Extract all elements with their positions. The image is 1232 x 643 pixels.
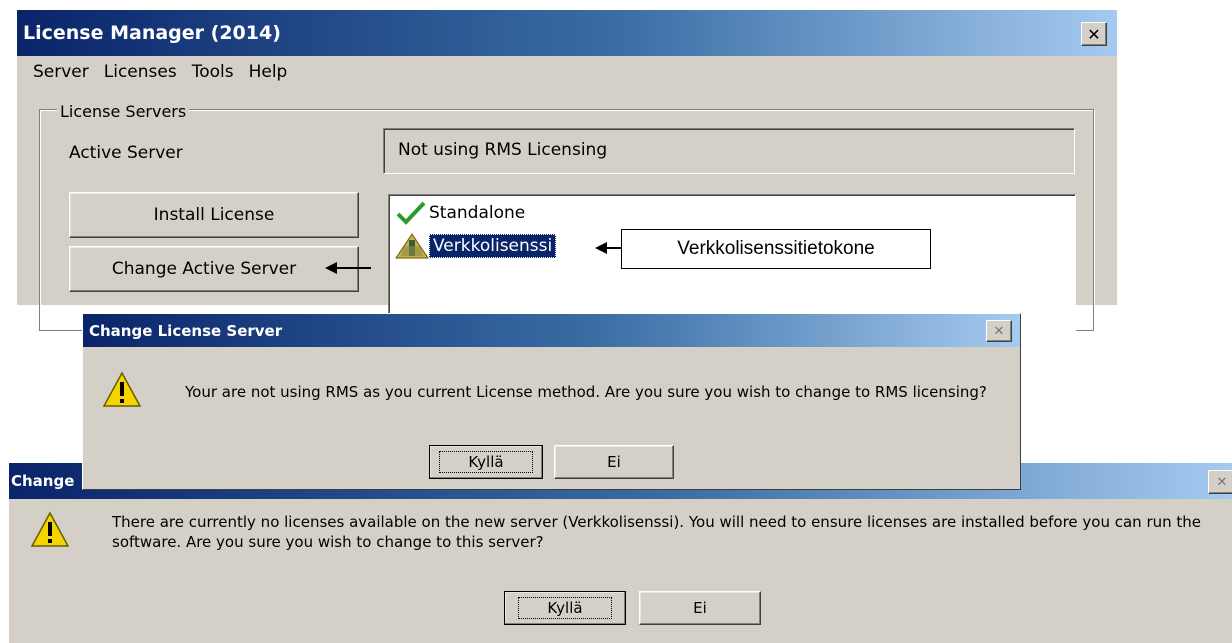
list-item-standalone[interactable]: Standalone (395, 201, 525, 225)
check-icon (395, 201, 427, 225)
active-server-value: Not using RMS Licensing (398, 140, 608, 160)
list-item-label: Verkkolisenssi (429, 234, 557, 258)
no-button[interactable]: Ei (639, 591, 761, 625)
close-button[interactable]: ✕ (1081, 22, 1107, 46)
yes-button-label: Kyllä (547, 599, 583, 617)
menu-licenses[interactable]: Licenses (104, 62, 177, 82)
message-line-2: software. Are you sure you wish to chang… (112, 533, 544, 551)
window-title: License Manager (2014) (23, 22, 281, 44)
close-button[interactable]: ✕ (986, 320, 1012, 342)
no-button-label: Ei (693, 599, 707, 617)
install-license-label: Install License (153, 205, 275, 225)
dialog-title: Change (11, 472, 75, 490)
menu-server[interactable]: Server (33, 62, 89, 82)
dialog-message: Your are not using RMS as you current Li… (185, 383, 987, 401)
change-license-server-dialog-2: Change ✕ There are currently no licenses… (9, 463, 1232, 643)
change-active-server-button[interactable]: Change Active Server (69, 246, 359, 292)
dialog-title: Change License Server (89, 321, 283, 340)
change-license-server-dialog-1: Change License Server ✕ Your are not usi… (82, 313, 1021, 490)
menu-tools[interactable]: Tools (192, 62, 234, 82)
active-server-label: Active Server (69, 143, 183, 163)
title-bar: Change License Server (83, 314, 1020, 347)
menu-bar: Server Licenses Tools Help (33, 62, 287, 82)
no-button-label: Ei (607, 453, 621, 471)
list-item-verkkolisenssi[interactable]: Verkkolisenssi (395, 231, 557, 261)
change-active-server-label: Change Active Server (111, 259, 297, 279)
menu-help[interactable]: Help (249, 62, 288, 82)
active-server-field: Not using RMS Licensing (383, 128, 1075, 174)
yes-button[interactable]: Kyllä (429, 445, 543, 479)
title-bar: License Manager (2014) (17, 10, 1117, 56)
callout-box: Verkkolisenssitietokone (621, 229, 931, 269)
dialog-message: There are currently no licenses availabl… (112, 512, 1227, 552)
no-button[interactable]: Ei (554, 445, 674, 479)
close-button[interactable]: ✕ (1208, 470, 1232, 494)
network-warning-icon (395, 232, 429, 260)
close-icon: ✕ (1087, 24, 1101, 44)
license-manager-window: License Manager (2014) ✕ Server Licenses… (17, 10, 1117, 334)
callout-text: Verkkolisenssitietokone (677, 238, 875, 259)
warning-icon (30, 511, 70, 553)
close-icon: ✕ (1216, 474, 1228, 490)
yes-button-label: Kyllä (468, 453, 504, 471)
yes-button[interactable]: Kyllä (504, 591, 626, 625)
warning-icon (102, 371, 142, 413)
group-label: License Servers (57, 102, 190, 121)
message-line-1: There are currently no licenses availabl… (112, 513, 1202, 531)
arrow-annotation-button (323, 259, 373, 277)
install-license-button[interactable]: Install License (69, 192, 359, 238)
list-item-label: Standalone (429, 203, 526, 223)
close-icon: ✕ (993, 323, 1005, 339)
